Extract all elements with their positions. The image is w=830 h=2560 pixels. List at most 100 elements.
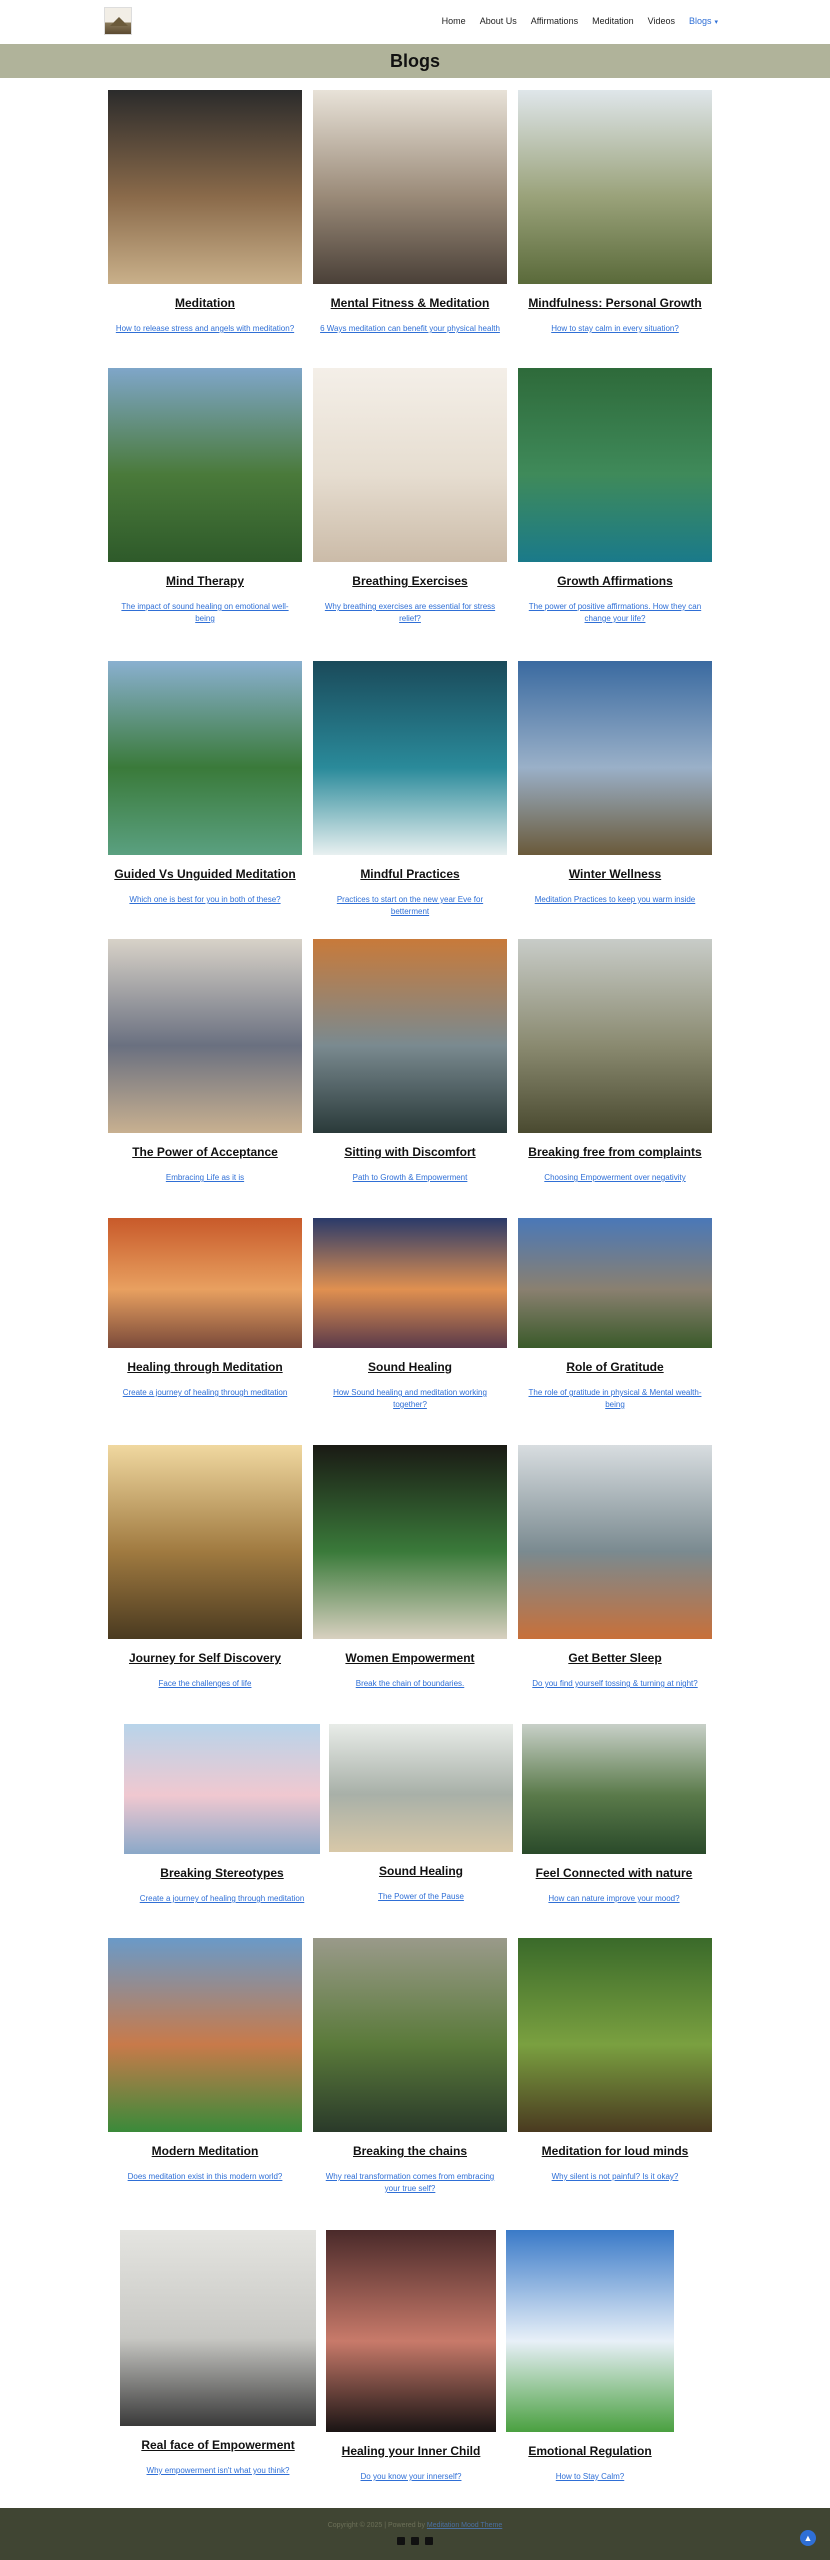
blog-image[interactable] [518, 1938, 712, 2132]
nav-videos[interactable]: Videos [648, 16, 675, 26]
copyright-text: Copyright © 2025 | Powered by [327, 2522, 425, 2529]
blog-title[interactable]: Women Empowerment [313, 1651, 507, 1666]
blog-title[interactable]: Healing through Meditation [108, 1360, 302, 1375]
blog-subtitle-link[interactable]: Do you know your innerself? [326, 2471, 496, 2483]
blog-title[interactable]: Growth Affirmations [518, 574, 712, 589]
blog-subtitle-link[interactable]: Break the chain of boundaries. [313, 1678, 507, 1690]
blog-image[interactable] [108, 1218, 302, 1348]
blog-subtitle-link[interactable]: The impact of sound healing on emotional… [108, 601, 302, 625]
blog-title[interactable]: Meditation [108, 296, 302, 311]
blog-image[interactable] [313, 1938, 507, 2132]
blog-image[interactable] [326, 2230, 496, 2432]
blog-title[interactable]: Winter Wellness [518, 867, 712, 882]
blog-image[interactable] [313, 90, 507, 284]
page-title: Blogs [389, 51, 440, 71]
scroll-to-top-button[interactable]: ▲ [800, 2530, 816, 2546]
blog-subtitle-link[interactable]: Face the challenges of life [108, 1678, 302, 1690]
blog-subtitle-link[interactable]: How to release stress and angels with me… [108, 323, 302, 335]
blog-title[interactable]: Breathing Exercises [313, 574, 507, 589]
blog-image[interactable] [108, 661, 302, 855]
blog-card: Growth Affirmations The power of positive… [518, 368, 712, 625]
blog-title[interactable]: Mind Therapy [108, 574, 302, 589]
blog-subtitle-link[interactable]: Practices to start on the new year Eve f… [313, 894, 507, 918]
blog-title[interactable]: Real face of Empowerment [120, 2438, 316, 2453]
nav-meditation[interactable]: Meditation [592, 16, 634, 26]
blog-subtitle-link[interactable]: Meditation Practices to keep you warm in… [518, 894, 712, 906]
blog-subtitle-link[interactable]: The power of positive affirmations. How … [518, 601, 712, 625]
blog-title[interactable]: Breaking free from complaints [518, 1145, 712, 1160]
blog-title[interactable]: Journey for Self Discovery [108, 1651, 302, 1666]
chevron-down-icon: ▾ [714, 19, 718, 26]
blog-title[interactable]: Feel Connected with nature [522, 1866, 706, 1881]
blog-image[interactable] [518, 1218, 712, 1348]
blog-subtitle-link[interactable]: Do you find yourself tossing & turning a… [518, 1678, 712, 1690]
blog-image[interactable] [518, 661, 712, 855]
blog-card: Journey for Self Discovery Face the chall… [108, 1445, 302, 1690]
blog-subtitle-link[interactable]: The role of gratitude in physical & Ment… [518, 1387, 712, 1411]
powered-by-link[interactable]: Meditation Mood Theme [427, 2522, 502, 2529]
blog-image[interactable] [108, 939, 302, 1133]
blog-title[interactable]: Role of Gratitude [518, 1360, 712, 1375]
blog-subtitle-link[interactable]: Does meditation exist in this modern wor… [108, 2171, 302, 2183]
blog-image[interactable] [313, 661, 507, 855]
blog-title[interactable]: Breaking the chains [313, 2144, 507, 2159]
blog-image[interactable] [518, 939, 712, 1133]
blog-title[interactable]: Meditation for loud minds [518, 2144, 712, 2159]
blog-image[interactable] [313, 939, 507, 1133]
blog-image[interactable] [506, 2230, 674, 2432]
blog-subtitle-link[interactable]: How to stay calm in every situation? [518, 323, 712, 335]
site-logo[interactable] [104, 7, 132, 35]
blog-title[interactable]: Mindfulness: Personal Growth [518, 296, 712, 311]
blog-title[interactable]: Guided Vs Unguided Meditation [108, 867, 302, 882]
blog-subtitle-link[interactable]: 6 Ways meditation can benefit your physi… [313, 323, 507, 335]
blog-image[interactable] [313, 1218, 507, 1348]
blog-title[interactable]: Mental Fitness & Meditation [313, 296, 507, 311]
blog-subtitle-link[interactable]: Why real transformation comes from embra… [313, 2171, 507, 2195]
blog-image[interactable] [522, 1724, 706, 1854]
blog-title[interactable]: Mindful Practices [313, 867, 507, 882]
nav-home[interactable]: Home [442, 16, 466, 26]
blog-subtitle-link[interactable]: Create a journey of healing through medi… [124, 1893, 320, 1905]
blog-image[interactable] [108, 368, 302, 562]
blog-image[interactable] [518, 368, 712, 562]
blog-image[interactable] [120, 2230, 316, 2426]
blog-image[interactable] [108, 90, 302, 284]
nav-affirmations[interactable]: Affirmations [531, 16, 578, 26]
blog-image[interactable] [518, 1445, 712, 1639]
blog-title[interactable]: Sound Healing [313, 1360, 507, 1375]
blog-image[interactable] [124, 1724, 320, 1854]
nav-about-us[interactable]: About Us [480, 16, 517, 26]
nav-blogs[interactable]: Blogs ▾ [689, 16, 718, 26]
blog-title[interactable]: Breaking Stereotypes [124, 1866, 320, 1881]
blog-title[interactable]: Get Better Sleep [518, 1651, 712, 1666]
blog-title[interactable]: Sound Healing [329, 1864, 513, 1879]
blog-subtitle-link[interactable]: How Sound healing and meditation working… [313, 1387, 507, 1411]
blog-image[interactable] [313, 368, 507, 562]
blog-image[interactable] [329, 1724, 513, 1852]
blog-subtitle-link[interactable]: Which one is best for you in both of the… [108, 894, 302, 906]
blog-subtitle-link[interactable]: Why empowerment isn't what you think? [120, 2465, 316, 2477]
blog-subtitle-link[interactable]: Choosing Empowerment over negativity [518, 1172, 712, 1184]
facebook-icon[interactable] [397, 2537, 405, 2545]
blog-image[interactable] [313, 1445, 507, 1639]
blog-title[interactable]: Modern Meditation [108, 2144, 302, 2159]
blog-subtitle-link[interactable]: The Power of the Pause [329, 1891, 513, 1903]
blog-subtitle-link[interactable]: Embracing Life as it is [108, 1172, 302, 1184]
blog-title[interactable]: Sitting with Discomfort [313, 1145, 507, 1160]
blog-subtitle-link[interactable]: How can nature improve your mood? [522, 1893, 706, 1905]
blog-title[interactable]: Emotional Regulation [506, 2444, 674, 2459]
blog-image[interactable] [108, 1938, 302, 2132]
instagram-icon[interactable] [411, 2537, 419, 2545]
site-header: Home About Us Affirmations Meditation Vi… [0, 0, 830, 44]
blog-subtitle-link[interactable]: Path to Growth & Empowerment [313, 1172, 507, 1184]
blog-subtitle-link[interactable]: How to Stay Calm? [506, 2471, 674, 2483]
blog-subtitle-link[interactable]: Why silent is not painful? Is it okay? [518, 2171, 712, 2183]
blog-image[interactable] [108, 1445, 302, 1639]
blog-subtitle-link[interactable]: Why breathing exercises are essential fo… [313, 601, 507, 625]
blog-title[interactable]: Healing your Inner Child [326, 2444, 496, 2459]
blog-image[interactable] [518, 90, 712, 284]
blog-subtitle-link[interactable]: Create a journey of healing through medi… [108, 1387, 302, 1399]
social-links [0, 2537, 830, 2545]
blog-title[interactable]: The Power of Acceptance [108, 1145, 302, 1160]
youtube-icon[interactable] [425, 2537, 433, 2545]
